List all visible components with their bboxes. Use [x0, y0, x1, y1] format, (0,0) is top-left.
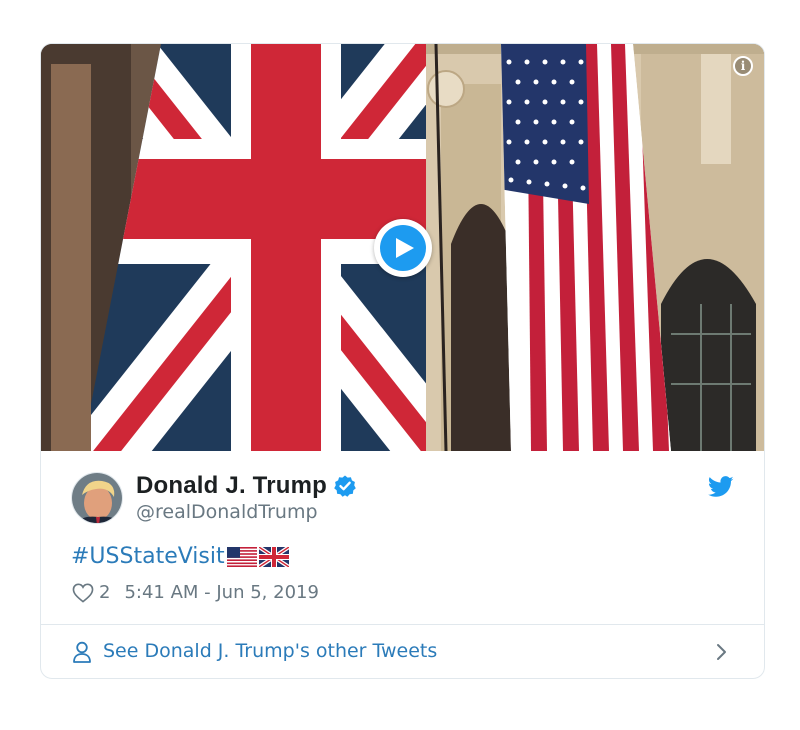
see-other-tweets-link[interactable]: See Donald J. Trump's other Tweets [41, 625, 764, 678]
timestamp-link[interactable]: 5:41 AM - Jun 5, 2019 [124, 582, 318, 603]
person-icon [73, 641, 91, 663]
avatar[interactable] [71, 472, 123, 524]
heart-icon[interactable] [72, 583, 94, 603]
handle[interactable]: @realDonaldTrump [136, 501, 318, 523]
play-button[interactable] [374, 219, 432, 277]
tweet-text: #USStateVisit [71, 544, 289, 569]
tweet-meta: 2 5:41 AM - Jun 5, 2019 [72, 582, 319, 603]
see-other-tweets-label[interactable]: See Donald J. Trump's other Tweets [103, 640, 437, 662]
tweet-embed-card: i Donald J. Trump @realDonaldTrump #USSt… [40, 43, 765, 679]
tweet-author[interactable]: Donald J. Trump @realDonaldTrump [71, 472, 731, 526]
play-icon [396, 238, 414, 258]
uk-flag-icon [258, 546, 289, 567]
like-count[interactable]: 2 [99, 582, 110, 603]
twitter-bird-icon[interactable] [708, 476, 734, 498]
verified-badge-icon [334, 475, 356, 497]
video-player[interactable]: i [41, 44, 764, 451]
hashtag-link[interactable]: #USStateVisit [71, 544, 225, 569]
info-icon[interactable]: i [733, 56, 753, 76]
us-flag-icon [226, 546, 257, 567]
chevron-right-icon[interactable] [715, 641, 729, 663]
display-name[interactable]: Donald J. Trump [136, 472, 327, 500]
